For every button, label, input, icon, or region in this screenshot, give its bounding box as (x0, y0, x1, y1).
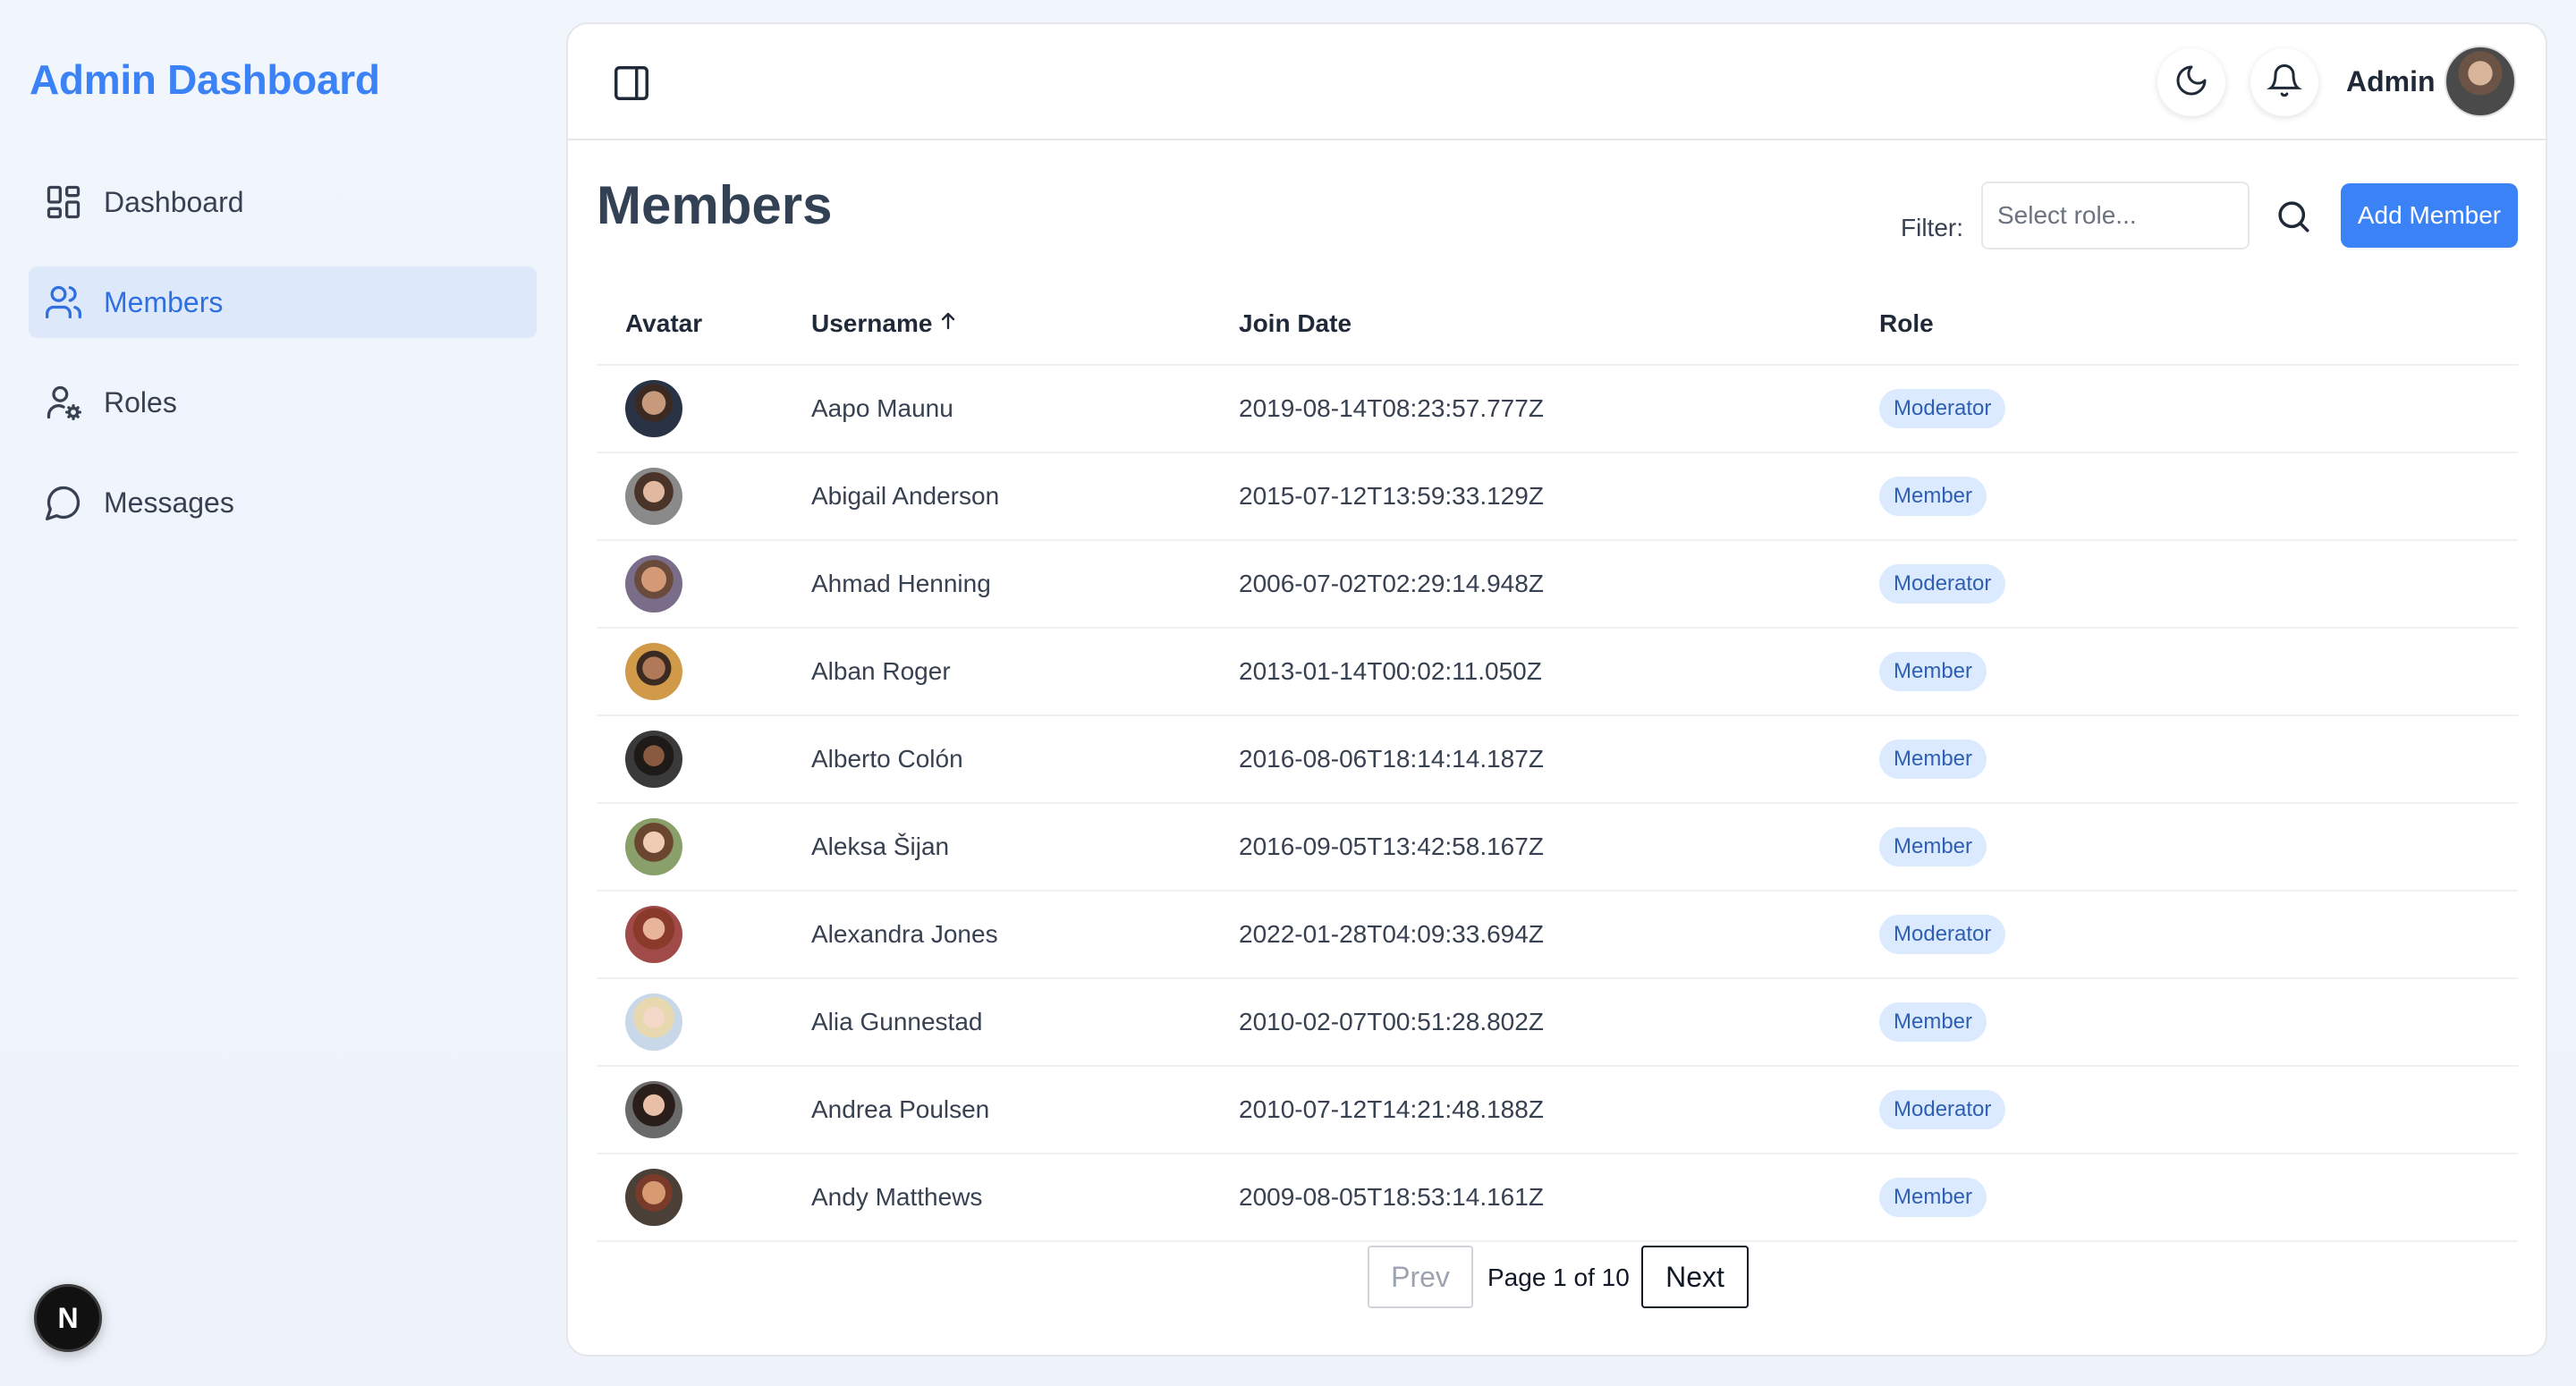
role-badge: Moderator (1879, 915, 2006, 954)
sidebar-item-roles[interactable]: Roles (29, 367, 537, 438)
prev-page-button[interactable]: Prev (1368, 1246, 1473, 1308)
role-filter-input[interactable] (1981, 182, 2250, 249)
user-name[interactable]: Admin (2346, 65, 2436, 98)
avatar (625, 1169, 682, 1226)
column-header-avatar: Avatar (625, 309, 703, 337)
join-date-cell: 2010-02-07T00:51:28.802Z (1239, 1008, 1544, 1035)
join-date-cell: 2016-09-05T13:42:58.167Z (1239, 832, 1544, 860)
role-badge: Moderator (1879, 1090, 2006, 1129)
search-icon[interactable] (2275, 198, 2312, 235)
next-page-button[interactable]: Next (1641, 1246, 1749, 1308)
avatar (625, 906, 682, 963)
username-cell: Andrea Poulsen (811, 1095, 990, 1123)
role-badge: Moderator (1879, 564, 2006, 604)
username-cell: Abigail Anderson (811, 482, 1000, 510)
join-date-cell: 2013-01-14T00:02:11.050Z (1239, 657, 1542, 685)
join-date-cell: 2009-08-05T18:53:14.161Z (1239, 1183, 1544, 1211)
username-cell: Aleksa Šijan (811, 832, 950, 860)
page-indicator: Page 1 of 10 (1487, 1263, 1630, 1291)
main-panel: Admin Members Filter: Add Member Avatar … (566, 22, 2547, 1356)
user-cog-icon (43, 382, 84, 423)
table-row[interactable]: Ahmad Henning 2006-07-02T02:29:14.948Z M… (597, 541, 2518, 629)
page-title: Members (597, 175, 833, 235)
join-date-cell: 2016-08-06T18:14:14.187Z (1239, 745, 1544, 773)
moon-icon (2174, 63, 2209, 103)
sidebar-item-label: Members (104, 285, 224, 318)
join-date-cell: 2022-01-28T04:09:33.694Z (1239, 920, 1544, 948)
table-row[interactable]: Aleksa Šijan 2016-09-05T13:42:58.167Z Me… (597, 804, 2518, 892)
avatar (625, 993, 682, 1051)
role-badge: Moderator (1879, 389, 2006, 428)
sidebar: Admin Dashboard Dashboard Members Roles … (0, 0, 564, 1386)
role-badge: Member (1879, 739, 1987, 779)
message-circle-icon (43, 482, 84, 523)
add-member-button[interactable]: Add Member (2341, 183, 2518, 248)
panel-toggle-icon[interactable] (611, 63, 652, 104)
role-badge: Member (1879, 827, 1987, 866)
table-row[interactable]: Alexandra Jones 2022-01-28T04:09:33.694Z… (597, 892, 2518, 979)
top-bar: Admin (568, 24, 2546, 140)
join-date-cell: 2019-08-14T08:23:57.777Z (1239, 394, 1544, 422)
brand-title: Admin Dashboard (30, 56, 380, 103)
column-header-join-date[interactable]: Join Date (1239, 309, 1879, 338)
avatar (625, 555, 682, 613)
username-cell: Alberto Colón (811, 745, 963, 773)
table-row[interactable]: Alberto Colón 2016-08-06T18:14:14.187Z M… (597, 716, 2518, 804)
column-header-label: Username (811, 309, 933, 337)
sidebar-item-label: Roles (104, 385, 177, 418)
arrow-up-icon (932, 309, 959, 338)
sidebar-nav: Dashboard Members Roles Messages (29, 166, 537, 567)
badge-letter: N (57, 1301, 79, 1334)
bell-icon (2267, 63, 2302, 103)
sidebar-item-messages[interactable]: Messages (29, 467, 537, 538)
username-cell: Ahmad Henning (811, 570, 991, 597)
role-badge: Member (1879, 477, 1987, 516)
dev-tools-badge[interactable]: N (34, 1284, 102, 1352)
column-header-username[interactable]: Username (811, 309, 1239, 338)
username-cell: Alexandra Jones (811, 920, 998, 948)
sidebar-item-members[interactable]: Members (29, 266, 537, 338)
notifications-button[interactable] (2250, 48, 2318, 116)
avatar (625, 818, 682, 875)
username-cell: Andy Matthews (811, 1183, 983, 1211)
app: Admin Dashboard Dashboard Members Roles … (0, 0, 2576, 1386)
role-badge: Member (1879, 652, 1987, 691)
sidebar-item-dashboard[interactable]: Dashboard (29, 166, 537, 238)
table-row[interactable]: Alia Gunnestad 2010-02-07T00:51:28.802Z … (597, 979, 2518, 1067)
column-header-role[interactable]: Role (1879, 309, 2518, 338)
avatar (625, 643, 682, 700)
filter-label: Filter: (1901, 214, 1963, 241)
role-badge: Member (1879, 1178, 1987, 1217)
join-date-cell: 2015-07-12T13:59:33.129Z (1239, 482, 1544, 510)
members-table: Avatar Username Join Date Role Aapo Maun… (597, 283, 2518, 1242)
theme-toggle-button[interactable] (2157, 48, 2225, 116)
user-avatar[interactable] (2445, 46, 2516, 117)
username-cell: Alban Roger (811, 657, 951, 685)
table-row[interactable]: Abigail Anderson 2015-07-12T13:59:33.129… (597, 453, 2518, 541)
table-header: Avatar Username Join Date Role (597, 283, 2518, 366)
avatar (625, 731, 682, 788)
join-date-cell: 2010-07-12T14:21:48.188Z (1239, 1095, 1544, 1123)
sidebar-item-label: Messages (104, 486, 234, 519)
avatar (625, 1081, 682, 1138)
role-badge: Member (1879, 1002, 1987, 1042)
username-cell: Alia Gunnestad (811, 1008, 983, 1035)
table-row[interactable]: Alban Roger 2013-01-14T00:02:11.050Z Mem… (597, 629, 2518, 716)
avatar (625, 380, 682, 437)
username-cell: Aapo Maunu (811, 394, 953, 422)
join-date-cell: 2006-07-02T02:29:14.948Z (1239, 570, 1544, 597)
sidebar-item-label: Dashboard (104, 185, 244, 218)
table-row[interactable]: Andy Matthews 2009-08-05T18:53:14.161Z M… (597, 1154, 2518, 1242)
users-icon (43, 282, 84, 323)
avatar (625, 468, 682, 525)
table-row[interactable]: Aapo Maunu 2019-08-14T08:23:57.777Z Mode… (597, 366, 2518, 453)
table-row[interactable]: Andrea Poulsen 2010-07-12T14:21:48.188Z … (597, 1067, 2518, 1154)
dashboard-grid-icon (43, 182, 84, 223)
